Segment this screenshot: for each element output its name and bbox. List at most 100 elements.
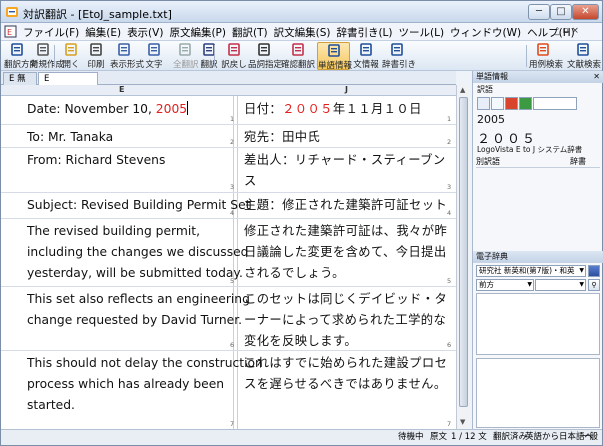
dictionary-search-input[interactable]: ▼ [535, 279, 586, 291]
dictionary-panel-title: 電子辞典 [476, 252, 508, 261]
menu-item[interactable]: 編集(E) [82, 25, 124, 40]
toolbar-button[interactable]: 訳戻し [221, 42, 247, 70]
editor-scrollbar[interactable]: ▲ ▼ [456, 85, 470, 429]
word-info-icon [327, 44, 340, 57]
binoculars-search-icon[interactable]: ⚲ [588, 279, 600, 291]
source-line: This should not delay the construction [27, 353, 263, 374]
source-sentence[interactable]: This set also reflects an engineering cha… [27, 289, 250, 331]
target-line: 差出人：リチャード・スティーブン [244, 153, 446, 167]
toolbar-button[interactable]: 文字 [141, 42, 167, 70]
toolbar-button[interactable]: 用例検索 [529, 42, 563, 70]
source-text: change requested by David Turner. [27, 313, 243, 327]
target-line: 修正された建築許可証は、我々が昨 [244, 224, 448, 238]
scroll-up-arrow-icon[interactable]: ▲ [460, 86, 465, 94]
maximize-button[interactable]: □ [550, 4, 572, 20]
source-line: To: Mr. Tanaka [27, 127, 113, 148]
target-sentence[interactable]: 宛先：田中氏 [244, 127, 320, 148]
target-sentence[interactable]: これはすでに始められた建設プロセ スを遅らせるべきではありません。 [244, 353, 447, 395]
pin-icon[interactable] [477, 97, 490, 110]
row-divider [1, 124, 456, 125]
source-line: including the changes we discussed [27, 242, 248, 263]
status-category: 一般 [581, 432, 599, 442]
menu-item[interactable]: 訳文編集(S) [271, 25, 334, 40]
open-folder-icon [65, 43, 77, 56]
target-sentence[interactable]: このセットは同じくデイビッド・タ ーナーによって求められた工学的な 変化を反映します… [244, 289, 447, 352]
toolbar-button[interactable]: 翻訳方向 [4, 42, 39, 70]
search-mode-select[interactable]: 前方 ▼ [476, 279, 534, 291]
row-divider [1, 192, 456, 193]
toolbar-button[interactable]: 品詞指定 [248, 42, 282, 70]
menu-item[interactable]: ファイル(F) [20, 25, 82, 40]
row-number: 2 [230, 138, 235, 146]
target-sentence[interactable]: 修正された建築許可証は、我々が昨 日議論した変更を含めて、今日提出 されるでしょう。 [244, 221, 447, 284]
translate-icon [203, 43, 215, 56]
app-icon [6, 7, 18, 17]
target-text: 年１１月１０日 [332, 102, 422, 116]
red-dictionary-icon[interactable] [505, 97, 518, 110]
tab-untitled[interactable]: E 無題1 [3, 72, 37, 96]
toolbar-button[interactable]: 印刷 [84, 42, 108, 70]
source-line: change requested by David Turner. [27, 310, 250, 331]
slider-icon[interactable] [533, 97, 577, 110]
source-sentence[interactable]: From: Richard Stevens [27, 150, 165, 171]
source-text: From: Richard Stevens [27, 153, 166, 167]
row-number: 7 [447, 420, 452, 428]
target-sentence[interactable]: 差出人：リチャード・スティーブンス [244, 150, 446, 192]
toolbar-button[interactable]: 確認翻訳 [281, 42, 315, 70]
title-bar[interactable]: 対訳翻訳 - [EtoJ_sample.txt] ─ □ ✕ [1, 1, 602, 23]
print-icon [90, 43, 102, 56]
target-sentence[interactable]: 主題：修正された建築許可証セット [244, 195, 447, 216]
menu-item[interactable]: ウィンドウ(W) [447, 25, 524, 40]
dictionary-book-icon[interactable] [588, 265, 600, 277]
copy-icon[interactable] [491, 97, 504, 110]
toolbar-button[interactable]: 翻訳 [197, 42, 221, 70]
source-sentence[interactable]: To: Mr. Tanaka [27, 127, 113, 148]
green-dictionary-icon[interactable] [519, 97, 532, 110]
translation-editor[interactable]: 1 1 Date: November 10, 2005 日付：２００５年１１月１０日 2… [1, 96, 456, 429]
source-sentence[interactable]: Subject: Revised Building Permit Set [27, 195, 250, 216]
source-word: 2005 [477, 113, 505, 126]
dictionary-select[interactable]: 研究社 新英和(第7版)・和英 ▼ [476, 265, 586, 277]
toolbar-button[interactable]: 辞書引き [382, 42, 416, 70]
mdi-controls[interactable]: _ ▫ × [555, 26, 579, 36]
menu-item[interactable]: 翻訳(T) [229, 25, 271, 40]
toolbar-button-label: 翻訳方向 [4, 60, 39, 70]
minimize-button[interactable]: ─ [528, 4, 550, 20]
row-divider [1, 218, 456, 219]
target-line: スを遅らせるべきではありません。 [244, 377, 447, 391]
close-button[interactable]: ✕ [572, 4, 599, 20]
dictionary-select-value: 研究社 新英和(第7版)・和英 [479, 266, 575, 275]
toolbar-button[interactable]: 文献検索 [567, 42, 601, 70]
menu-item[interactable]: 辞書引き(L) [333, 25, 395, 40]
menu-item[interactable]: 表示(V) [124, 25, 166, 40]
status-mode: 原文 [430, 432, 448, 442]
target-sentence[interactable]: 日付：２００５年１１月１０日 [244, 99, 422, 120]
toolbar-button[interactable]: 表示形式 [110, 42, 144, 70]
toolbar-button-label: 開く [62, 60, 80, 70]
dictionary-results-list[interactable] [476, 293, 600, 355]
toolbar-button[interactable]: 開く [58, 42, 84, 70]
document-icon[interactable]: E [4, 25, 17, 38]
source-text: Date: November 10, [27, 102, 156, 116]
source-sentence[interactable]: This should not delay the construction pr… [27, 353, 263, 416]
toolbar-button[interactable]: 全翻訳 [173, 42, 199, 70]
row-number: 1 [447, 115, 452, 123]
source-sentence[interactable]: The revised building permit, including th… [27, 221, 248, 284]
menu-item[interactable]: 原文編集(P) [166, 25, 229, 40]
dictionary-panel-header: 電子辞典 [473, 251, 603, 263]
toolbar-button[interactable]: 新規作成 [30, 42, 64, 70]
dictionary-definition-view[interactable] [476, 358, 600, 428]
source-text: started. [27, 398, 75, 412]
toolbar-button[interactable]: 単語情報 [317, 42, 352, 71]
status-state: 待機中 [398, 432, 424, 442]
search-mode-value: 前方 [479, 280, 494, 289]
menu-item[interactable]: ツール(L) [396, 25, 448, 40]
alternate-translation-list[interactable] [476, 169, 600, 249]
scroll-down-arrow-icon[interactable]: ▼ [460, 418, 465, 426]
panel-close-icon[interactable]: ✕ [593, 71, 600, 82]
source-sentence[interactable]: Date: November 10, 2005 [27, 99, 189, 120]
scroll-thumb[interactable] [459, 97, 468, 407]
tab-etoj-sample[interactable]: E EtoJ_sample.t [38, 72, 102, 96]
toolbar-button[interactable]: 文情報 [351, 42, 381, 70]
menu-items: ファイル(F) 編集(E) 表示(V) 原文編集(P) 翻訳(T) 訳文編集(S) 辞書引き… [20, 25, 578, 40]
